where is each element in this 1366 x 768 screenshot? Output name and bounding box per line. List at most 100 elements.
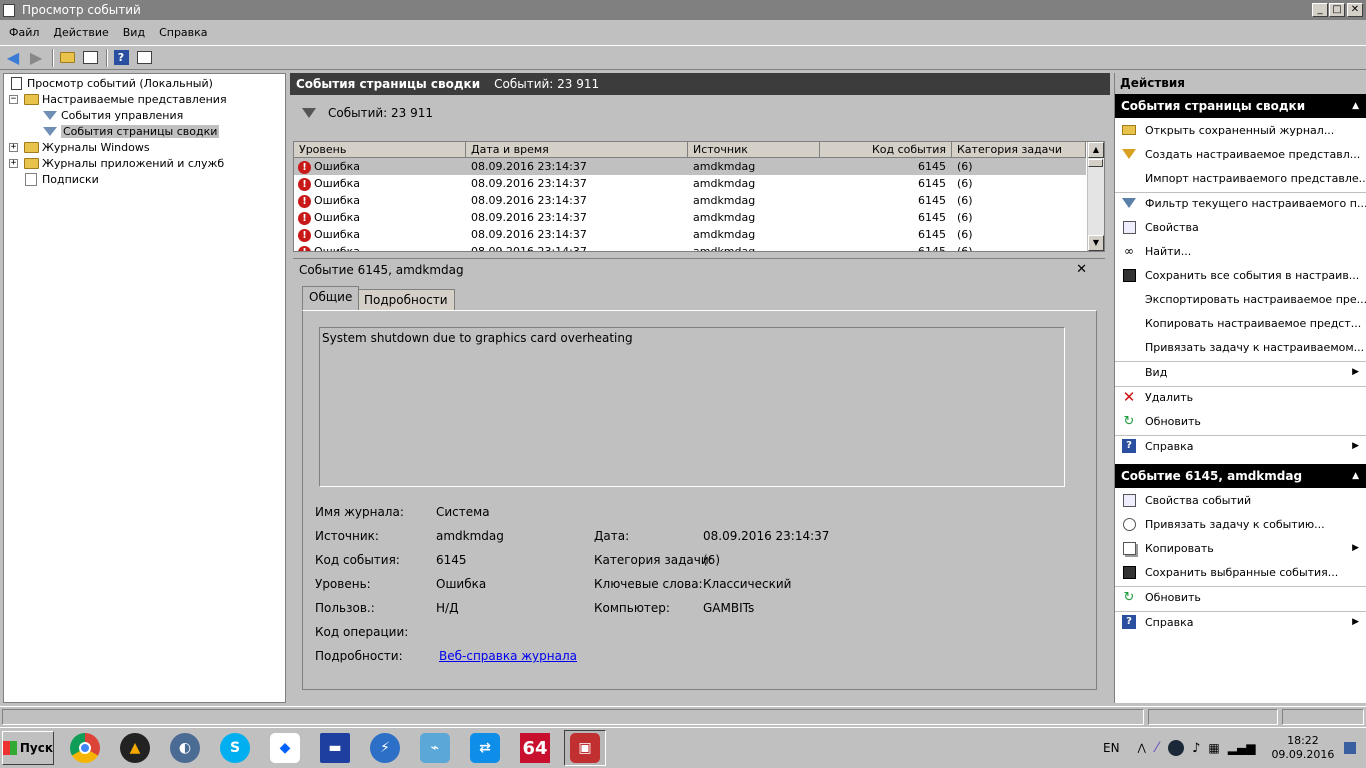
pen-icon[interactable]: ⁄ (1156, 740, 1158, 756)
expand-icon[interactable]: + (9, 158, 18, 168)
menu-view[interactable]: Вид (116, 23, 152, 43)
column-header-datetime[interactable]: Дата и время (466, 142, 688, 158)
collapse-icon[interactable]: − (9, 94, 18, 104)
tree-root[interactable]: Просмотр событий (Локальный) (8, 75, 213, 91)
show-hide-tree-button[interactable] (80, 48, 100, 68)
taskbar-event-viewer[interactable]: ▣ (564, 730, 606, 766)
language-indicator[interactable]: EN (1103, 741, 1120, 755)
close-detail-icon[interactable]: ✕ (1076, 262, 1087, 277)
source-value: amdkmdag (436, 529, 504, 543)
table-row[interactable]: ! Ошибка 08.09.2016 23:14:37 amdkmdag 6145 (6… (294, 175, 1086, 192)
taskbar-dropbox[interactable]: ◆ (264, 730, 306, 766)
scroll-up-button[interactable]: ▲ (1088, 142, 1104, 158)
tree-subscriptions[interactable]: Подписки (23, 171, 99, 187)
scroll-down-button[interactable]: ▼ (1088, 235, 1104, 251)
toolbox-icon: ▣ (570, 733, 600, 763)
table-row[interactable]: ! Ошибка 08.09.2016 23:14:37 amdkmdag 6145 (6… (294, 209, 1086, 226)
events-table-scrollbar[interactable]: ▲ ▼ (1087, 142, 1104, 251)
collapse-section-icon[interactable]: ▲ (1352, 464, 1359, 488)
action-item[interactable]: ? Справка ▶ (1115, 434, 1366, 458)
help-button[interactable]: ? (111, 48, 131, 68)
action-item[interactable]: ↻ Обновить (1115, 409, 1366, 433)
menu-file[interactable]: Файл (2, 23, 46, 43)
actions-section-summary[interactable]: События страницы сводки ▲ (1115, 94, 1366, 118)
delete-icon: ✕ (1122, 388, 1136, 406)
expand-icon[interactable]: + (9, 142, 18, 152)
actions-section-event[interactable]: Событие 6145, amdkmdag ▲ (1115, 464, 1366, 488)
event-detail-header: Событие 6145, amdkmdag ✕ (293, 258, 1105, 280)
action-item[interactable]: Экспортировать настраиваемое пре... (1115, 287, 1366, 311)
up-folder-button[interactable] (57, 48, 77, 68)
show-desktop-icon[interactable] (1344, 742, 1357, 754)
menu-action[interactable]: Действие (46, 23, 115, 43)
table-row[interactable]: ! Ошибка 08.09.2016 23:14:37 amdkmdag 6145 (6… (294, 158, 1086, 175)
collapse-section-icon[interactable]: ▲ (1352, 94, 1359, 118)
date-value: 08.09.2016 23:14:37 (703, 529, 830, 543)
status-cell-2 (1148, 709, 1278, 725)
taskbar-teamspeak[interactable]: ◐ (164, 730, 206, 766)
minimize-button[interactable]: _ (1312, 3, 1328, 17)
tab-general[interactable]: Общие (302, 286, 360, 310)
action-item[interactable]: Импорт настраиваемого представле... (1115, 166, 1366, 190)
task-category-label: Категория задачи: (594, 553, 713, 567)
back-button[interactable]: ◀ (3, 48, 23, 68)
close-button[interactable]: ✕ (1347, 3, 1363, 17)
action-item-label: Фильтр текущего настраиваемого п... (1145, 196, 1366, 210)
action-item[interactable]: Вид ▶ (1115, 360, 1366, 384)
action-item[interactable]: Открыть сохраненный журнал... (1115, 118, 1366, 142)
clock[interactable]: 18:22 09.09.2016 (1271, 734, 1334, 762)
action-item[interactable]: ✕ Удалить (1115, 385, 1366, 409)
tree-custom-views[interactable]: − Настраиваемые представления (9, 91, 227, 107)
signal-icon[interactable]: ▂▄▆ (1228, 741, 1256, 755)
action-item[interactable]: Привязать задачу к событию... (1115, 512, 1366, 536)
action-item[interactable]: ? Справка ▶ (1115, 610, 1366, 634)
show-hidden-icons-icon[interactable]: ⋀ (1138, 743, 1146, 754)
taskbar-teamviewer[interactable]: ⇄ (464, 730, 506, 766)
forward-button[interactable]: ▶ (26, 48, 46, 68)
event-message-box[interactable]: System shutdown due to graphics card ove… (319, 327, 1065, 487)
maximize-button[interactable]: □ (1329, 3, 1345, 17)
taskbar-save-app[interactable]: ▬ (314, 730, 356, 766)
tree-app-logs[interactable]: + Журналы приложений и служб (9, 155, 224, 171)
table-row[interactable]: ! Ошибка 08.09.2016 23:14:37 amdkmdag 6145 (6… (294, 192, 1086, 209)
action-item[interactable]: Копировать ▶ (1115, 536, 1366, 560)
table-row[interactable]: ! Ошибка 08.09.2016 23:14:37 amdkmdag 6145 (6… (294, 243, 1086, 251)
tree-summary-events[interactable]: События страницы сводки (42, 123, 220, 139)
column-header-event-id[interactable]: Код события (820, 142, 952, 158)
lightning-icon: ⚡ (370, 733, 400, 763)
volume-icon[interactable]: ♪ (1192, 741, 1200, 756)
menu-help[interactable]: Справка (152, 23, 214, 43)
tree-windows-logs[interactable]: + Журналы Windows (9, 139, 150, 155)
tab-details[interactable]: Подробности (357, 289, 455, 310)
action-item[interactable]: Свойства (1115, 215, 1366, 239)
actions-section-summary-label: События страницы сводки (1121, 99, 1306, 113)
show-hide-action-pane-button[interactable] (134, 48, 154, 68)
start-button[interactable]: Пуск (2, 731, 54, 765)
column-header-source[interactable]: Источник (688, 142, 820, 158)
action-item[interactable]: Создать настраиваемое представл... (1115, 142, 1366, 166)
taskbar-app-terminal[interactable]: ⌁ (414, 730, 456, 766)
taskbar-aida64[interactable]: 64 (514, 730, 556, 766)
scroll-thumb[interactable] (1088, 159, 1103, 167)
action-item[interactable]: Сохранить выбранные события... (1115, 560, 1366, 584)
action-item[interactable]: Фильтр текущего настраиваемого п... (1115, 191, 1366, 215)
column-header-level[interactable]: Уровень (294, 142, 466, 158)
action-item[interactable]: ∞ Найти... (1115, 239, 1366, 263)
network-icon[interactable]: ▦ (1208, 741, 1219, 755)
table-row[interactable]: ! Ошибка 08.09.2016 23:14:37 amdkmdag 6145 (6… (294, 226, 1086, 243)
tree-admin-events[interactable]: События управления (42, 107, 183, 123)
cell-source: amdkmdag (693, 209, 818, 226)
action-item[interactable]: Копировать настраиваемое предст... (1115, 311, 1366, 335)
action-item-label: Свойства событий (1145, 493, 1252, 507)
action-item[interactable]: Свойства событий (1115, 488, 1366, 512)
action-item[interactable]: Сохранить все события в настраив... (1115, 263, 1366, 287)
column-header-task-category[interactable]: Категория задачи (952, 142, 1086, 158)
action-item[interactable]: ↻ Обновить (1115, 585, 1366, 609)
taskbar-chrome[interactable] (64, 730, 106, 766)
taskbar-performance-app[interactable]: ⚡ (364, 730, 406, 766)
taskbar-skype[interactable]: S (214, 730, 256, 766)
action-item[interactable]: Привязать задачу к настраиваемом... (1115, 335, 1366, 359)
steam-icon[interactable] (1168, 740, 1185, 756)
taskbar-aimp[interactable]: ▲ (114, 730, 156, 766)
online-help-link[interactable]: Веб-справка журнала (439, 649, 577, 663)
